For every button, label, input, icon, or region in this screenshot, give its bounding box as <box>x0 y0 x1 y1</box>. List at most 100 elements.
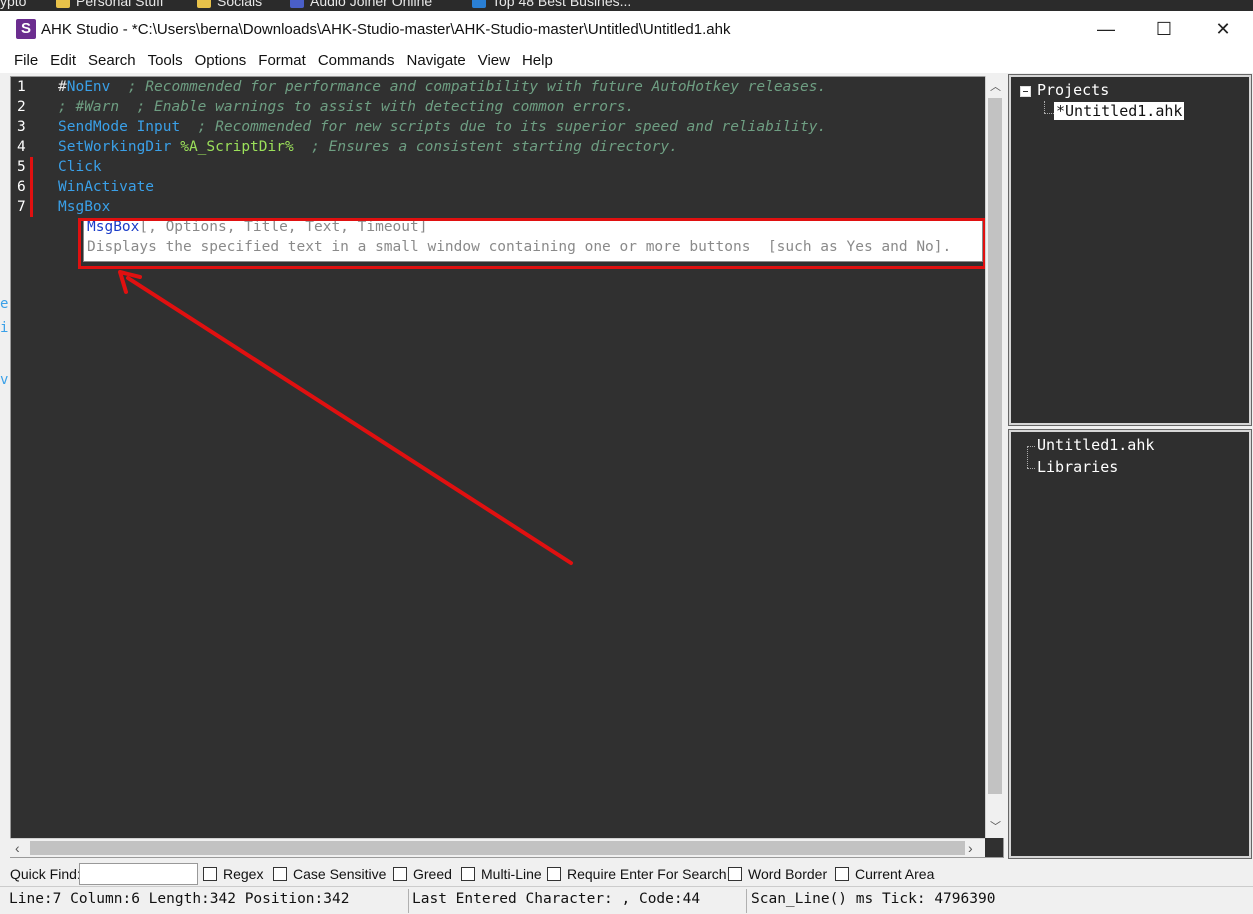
quick-find-label: Quick Find: <box>10 866 81 882</box>
code-explorer-panel: Untitled1.ahk Libraries <box>1008 429 1252 859</box>
status-scan-tick: Scan_Line() ms Tick: 4796390 <box>751 891 996 907</box>
code-token: ; Recommended for performance and compat… <box>110 79 827 95</box>
tree-connector <box>1044 101 1045 113</box>
code-editor[interactable]: MsgBox[, Options, Title, Text, Timeout] … <box>10 76 1004 858</box>
menu-view[interactable]: View <box>472 52 516 69</box>
greed-checkbox[interactable]: Greed <box>393 866 452 882</box>
scroll-right-icon[interactable]: › <box>968 840 973 856</box>
background-glyph: e <box>0 296 9 312</box>
changed-lines-marker <box>30 157 33 217</box>
tree-connector <box>1027 446 1035 447</box>
scrollbar-thumb[interactable] <box>988 98 1002 794</box>
code-line[interactable]: Click <box>58 159 102 175</box>
quick-find-bar: Quick Find: Regex Case Sensitive Greed M… <box>0 862 1253 886</box>
folder-icon <box>56 0 70 8</box>
projects-panel: Projects *Untitled1.ahk <box>1008 74 1252 426</box>
menu-bar: File Edit Search Tools Options Format Co… <box>0 48 1253 73</box>
menu-options[interactable]: Options <box>189 52 253 69</box>
bookmark-crypto[interactable]: ypto <box>0 0 26 9</box>
checkbox-box[interactable] <box>461 867 475 881</box>
checkbox-box[interactable] <box>835 867 849 881</box>
collapse-icon[interactable] <box>1020 86 1031 97</box>
checkbox-box[interactable] <box>728 867 742 881</box>
line-number: 3 <box>17 119 26 135</box>
code-token: WinActivate <box>58 179 155 195</box>
background-glyph: v <box>0 372 9 388</box>
menu-navigate[interactable]: Navigate <box>401 52 472 69</box>
code-token: ; Ensures a consistent starting director… <box>293 139 678 155</box>
bookmark-socials[interactable]: Socials <box>197 0 262 9</box>
status-last-char: Last Entered Character: , Code:44 <box>412 891 701 907</box>
line-number: 6 <box>17 179 26 195</box>
bookmarks-bar: ypto Personal Stuff Socials Audio Joiner… <box>0 0 1253 11</box>
code-token: NoEnv <box>66 79 111 95</box>
code-token: ; Recommended for new scripts due to its… <box>180 119 827 135</box>
menu-tools[interactable]: Tools <box>142 52 189 69</box>
quick-find-input[interactable] <box>79 863 198 885</box>
explorer-file-node[interactable]: Untitled1.ahk <box>1037 436 1154 454</box>
code-line[interactable]: SendMode Input ; Recommended for new scr… <box>58 119 826 135</box>
annotation-highlight-box <box>78 218 986 269</box>
code-line[interactable]: WinActivate <box>58 179 154 195</box>
word-border-checkbox[interactable]: Word Border <box>728 866 827 882</box>
site-icon <box>290 0 304 8</box>
code-line[interactable]: #NoEnv ; Recommended for performance and… <box>58 79 826 95</box>
project-file-node[interactable]: *Untitled1.ahk <box>1054 102 1185 120</box>
bookmark-personal-stuff[interactable]: Personal Stuff <box>56 0 164 9</box>
scroll-up-icon[interactable]: ︿ <box>990 78 1001 94</box>
scroll-left-icon[interactable]: ‹ <box>15 840 20 856</box>
checkbox-box[interactable] <box>393 867 407 881</box>
checkbox-box[interactable] <box>547 867 561 881</box>
editor-horizontal-scrollbar[interactable]: ‹ › <box>10 838 985 857</box>
case-sensitive-checkbox[interactable]: Case Sensitive <box>273 866 386 882</box>
require-enter-checkbox[interactable]: Require Enter For Search <box>547 866 727 882</box>
title-bar: S AHK Studio - *C:\Users\berna\Downloads… <box>0 11 1253 48</box>
editor-vertical-scrollbar[interactable]: ︿ ﹀ <box>985 76 1004 838</box>
menu-format[interactable]: Format <box>252 52 312 69</box>
ahk-studio-icon: S <box>16 19 36 39</box>
code-token: %A_ScriptDir% <box>180 139 294 155</box>
status-bar: Line:7 Column:6 Length:342 Position:342 … <box>0 886 1253 914</box>
maximize-button[interactable]: ☐ <box>1135 11 1193 48</box>
code-token: SetWorkingDir <box>58 139 181 155</box>
checkbox-box[interactable] <box>203 867 217 881</box>
site-icon <box>472 0 486 8</box>
bookmark-top-48[interactable]: Top 48 Best Busines... <box>472 0 631 9</box>
background-glyph: i <box>0 320 9 336</box>
scrollbar-thumb[interactable] <box>30 841 965 855</box>
code-token: # <box>58 79 67 95</box>
status-position: Line:7 Column:6 Length:342 Position:342 <box>9 891 350 907</box>
menu-help[interactable]: Help <box>516 52 559 69</box>
line-number: 5 <box>17 159 26 175</box>
status-divider <box>746 889 747 913</box>
line-number: 7 <box>17 199 26 215</box>
explorer-libraries-node[interactable]: Libraries <box>1037 458 1118 476</box>
tree-connector <box>1044 113 1054 114</box>
code-line[interactable]: MsgBox <box>58 199 110 215</box>
menu-commands[interactable]: Commands <box>312 52 401 69</box>
code-line[interactable]: ; #Warn ; Enable warnings to assist with… <box>58 99 634 115</box>
code-line[interactable]: SetWorkingDir %A_ScriptDir% ; Ensures a … <box>58 139 678 155</box>
line-number: 2 <box>17 99 26 115</box>
scroll-down-icon[interactable]: ﹀ <box>990 818 1001 834</box>
code-token: ; #Warn ; Enable warnings to assist with… <box>58 99 635 115</box>
line-number: 4 <box>17 139 26 155</box>
code-token: SendMode Input <box>58 119 181 135</box>
menu-edit[interactable]: Edit <box>44 52 82 69</box>
close-button[interactable]: ✕ <box>1194 11 1252 48</box>
status-divider <box>408 889 409 913</box>
regex-checkbox[interactable]: Regex <box>203 866 263 882</box>
checkbox-box[interactable] <box>273 867 287 881</box>
minimize-button[interactable]: — <box>1077 11 1135 48</box>
folder-icon <box>197 0 211 8</box>
code-token: Click <box>58 159 102 175</box>
menu-file[interactable]: File <box>8 52 44 69</box>
tree-connector <box>1027 468 1035 469</box>
menu-search[interactable]: Search <box>82 52 142 69</box>
bookmark-audio-joiner[interactable]: Audio Joiner Online <box>290 0 432 9</box>
window-title: AHK Studio - *C:\Users\berna\Downloads\A… <box>41 21 731 38</box>
current-area-checkbox[interactable]: Current Area <box>835 866 934 882</box>
multi-line-checkbox[interactable]: Multi-Line <box>461 866 542 882</box>
projects-root[interactable]: Projects <box>1037 81 1109 99</box>
code-token: MsgBox <box>58 199 111 215</box>
